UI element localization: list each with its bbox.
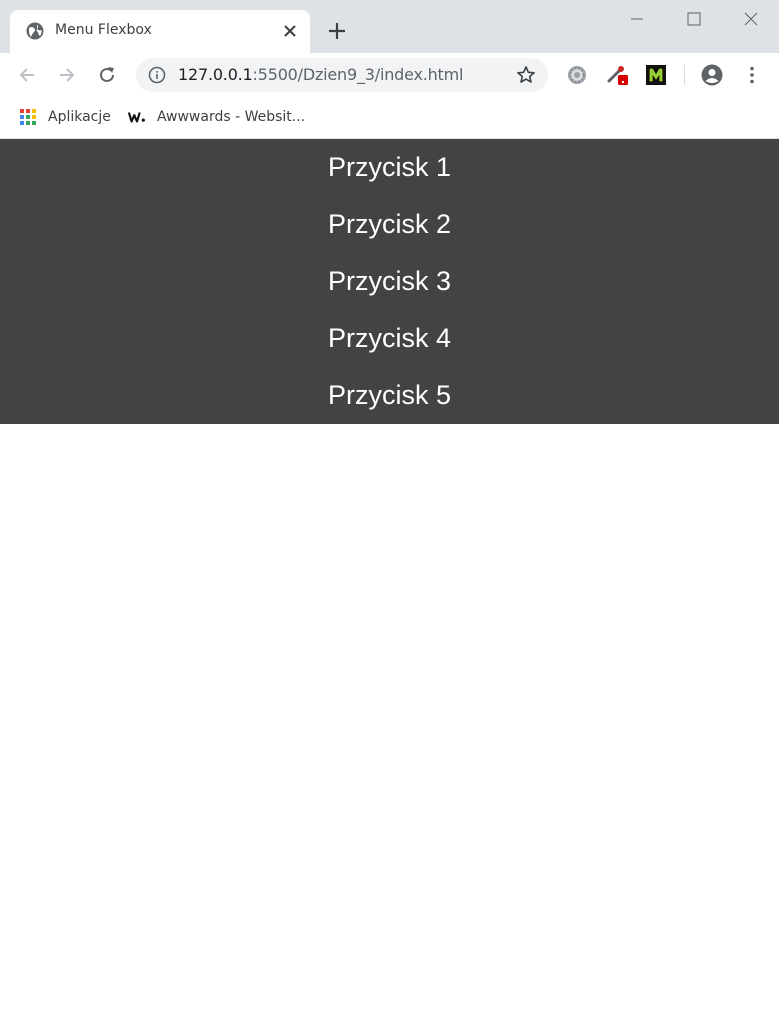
close-window-icon[interactable]: [741, 9, 761, 29]
url-host: 127.0.0.1: [178, 65, 253, 84]
menu-button-3[interactable]: Przycisk 3: [328, 253, 451, 310]
menu-button-1[interactable]: Przycisk 1: [328, 139, 451, 196]
url-text: 127.0.0.1:5500/Dzien9_3/index.html: [178, 65, 463, 84]
bookmark-star-icon[interactable]: [516, 65, 536, 85]
more-menu-icon[interactable]: [741, 64, 763, 86]
bookmark-label: Aplikacje: [48, 109, 111, 125]
globe-icon: [26, 22, 44, 40]
m-extension-icon[interactable]: [645, 64, 667, 86]
back-arrow-icon[interactable]: [16, 64, 38, 86]
menu-button-5[interactable]: Przycisk 5: [328, 367, 451, 424]
menu-button-4[interactable]: Przycisk 4: [328, 310, 451, 367]
maximize-icon[interactable]: [684, 9, 704, 29]
site-info-icon[interactable]: [148, 66, 166, 84]
url-path: :5500/Dzien9_3/index.html: [252, 65, 464, 84]
apps-grid-icon: [19, 108, 37, 126]
close-tab-icon[interactable]: [280, 21, 300, 41]
awwwards-icon: [128, 108, 146, 126]
address-bar[interactable]: 127.0.0.1:5500/Dzien9_3/index.html: [136, 58, 548, 92]
bookmark-label: Awwwards - Websit...: [157, 109, 306, 125]
browser-titlebar: Menu Flexbox: [0, 0, 779, 53]
browser-toolbar: 127.0.0.1:5500/Dzien9_3/index.html: [0, 53, 779, 97]
new-tab-icon[interactable]: [326, 20, 348, 42]
menu-button-2[interactable]: Przycisk 2: [328, 196, 451, 253]
toolbar-separator: [684, 65, 685, 85]
reload-icon[interactable]: [96, 64, 118, 86]
profile-avatar-icon[interactable]: [701, 64, 723, 86]
gear-extension-icon[interactable]: [566, 64, 588, 86]
tab-title: Menu Flexbox: [55, 22, 152, 38]
browser-tab[interactable]: Menu Flexbox: [10, 10, 310, 53]
forward-arrow-icon[interactable]: [56, 64, 78, 86]
bookmarks-bar: Aplikacje Awwwards - Websit...: [0, 97, 779, 139]
bookmark-awwwards[interactable]: Awwwards - Websit...: [128, 107, 305, 127]
eyedropper-extension-icon[interactable]: [606, 64, 628, 86]
flexbox-menu: Przycisk 1 Przycisk 2 Przycisk 3 Przycis…: [0, 139, 779, 424]
minimize-icon[interactable]: [627, 9, 647, 29]
bookmark-apps[interactable]: Aplikacje: [19, 107, 111, 127]
